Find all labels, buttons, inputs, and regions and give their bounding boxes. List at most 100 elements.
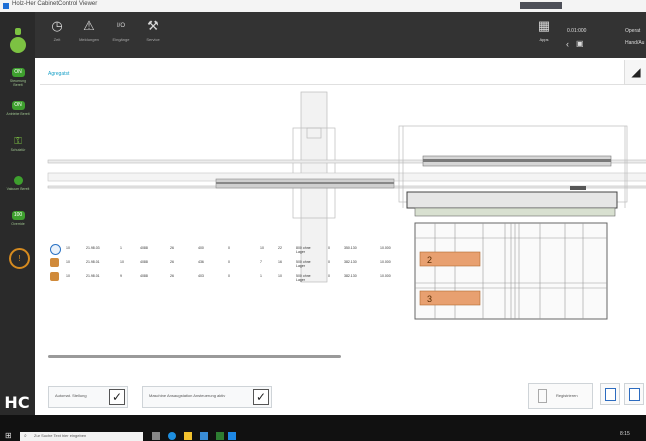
task-view-icon[interactable] <box>152 432 160 440</box>
table-cell: 26 <box>170 274 174 278</box>
status-caption: Antriebe Bereit <box>6 112 30 116</box>
app-icon-blue[interactable] <box>228 432 236 440</box>
machine-diagram: 2 3 <box>47 91 646 320</box>
table-cell: 0 <box>228 274 230 278</box>
toolbar-button-time[interactable]: ◷ Zeit <box>43 18 71 52</box>
windows-start-icon[interactable]: ⊞ <box>5 432 13 440</box>
hc-logo: HC <box>4 393 30 412</box>
register-label: Registrieren <box>556 393 578 398</box>
file-explorer-icon[interactable] <box>184 432 192 440</box>
horizontal-scrollbar[interactable] <box>48 355 341 358</box>
suction-control-checkbox[interactable]: ✓ <box>253 389 269 405</box>
vacuum-icon <box>13 176 23 185</box>
auto-position-checkbox[interactable]: ✓ <box>109 389 125 405</box>
store-icon[interactable] <box>200 432 208 440</box>
table-cell: 0 <box>228 260 230 264</box>
table-cell: 10 <box>278 274 282 278</box>
power-icon[interactable] <box>10 37 26 53</box>
table-cell: 10 <box>120 260 124 264</box>
status-item-control[interactable]: ON Steuerung Bereit <box>6 68 30 87</box>
status-badge: ON <box>11 101 25 110</box>
back-arrow-icon[interactable]: ‹ <box>566 39 569 49</box>
edge-icon[interactable] <box>168 432 176 440</box>
table-cell: 10 <box>66 274 70 278</box>
row-status-icon <box>50 272 59 281</box>
table-cell: 22 <box>278 246 282 250</box>
status-item-vacuum[interactable]: Vakuum Bereit <box>6 176 30 191</box>
table-cell: 500 ohne Lager <box>296 260 311 268</box>
auto-position-toggle[interactable]: Automat. Stellung ✓ <box>48 386 128 408</box>
table-cell: 21.98.01 <box>86 274 100 278</box>
table-cell: 9 <box>120 274 122 278</box>
register-button[interactable]: Registrieren <box>528 383 593 409</box>
table-cell: 21.98.01 <box>86 260 100 264</box>
carriage-sensor <box>570 186 586 190</box>
lower-carriage <box>406 191 618 209</box>
document-icon <box>629 388 640 401</box>
table-cell: 436 <box>198 260 204 264</box>
register-icon <box>538 389 547 403</box>
warning-icon[interactable]: ! <box>9 248 30 269</box>
toolbar-button-label: Service <box>146 37 160 42</box>
toolbar-button-io[interactable]: I/O Eingänge <box>107 18 135 52</box>
clock-icon: ◷ <box>51 18 63 33</box>
table-cell: 382.130 <box>344 274 357 278</box>
table-cell: 800 ohne Lager <box>296 246 311 254</box>
table-cell: 4088 <box>140 274 148 278</box>
table-cell: 1 <box>120 246 122 250</box>
suction-control-toggle[interactable]: Maschine Ansaugstation Ansteuerung aktiv… <box>142 386 272 408</box>
top-toolbar: ◷ Zeit ⚠ Meldungen I/O Eingänge ⚒ Servic… <box>35 12 646 58</box>
status-caption: Schutztür <box>10 148 26 152</box>
io-icon: I/O <box>116 23 125 29</box>
status-caption: Vakuum Bereit <box>6 187 30 191</box>
row-status-icon <box>50 244 61 255</box>
part-marker-2-label: 2 <box>427 255 432 265</box>
table-row[interactable]: 10 21.98.01 10 4088 26 436 0 7 16 500 oh… <box>48 258 403 269</box>
export-document-button[interactable] <box>600 383 620 405</box>
status-item-drives[interactable]: ON Antriebe Bereit <box>6 101 30 116</box>
status-caption: Override <box>11 222 25 226</box>
table-cell: 4088 <box>140 246 148 250</box>
table-cell: 0 <box>328 274 330 278</box>
row-status-icon <box>50 258 59 267</box>
table-row[interactable]: 10 21.98.01 9 4088 26 403 0 1 10 500 ohn… <box>48 272 403 283</box>
beam-slot <box>216 182 394 184</box>
tool-icon: ⚒ <box>147 18 159 33</box>
table-cell: 26 <box>170 246 174 250</box>
table-cell: 400 <box>198 246 204 250</box>
apps-button[interactable]: ▦ Apps <box>530 18 558 52</box>
table-cell: 21.98.03 <box>86 246 100 250</box>
status-counter: 0.01:000 <box>567 28 587 34</box>
warning-icon: ⚠ <box>83 18 95 33</box>
carriage-plate <box>414 207 616 217</box>
table-cell: 10 <box>260 246 264 250</box>
table-cell: 7 <box>260 260 262 264</box>
export-document-button-2[interactable] <box>624 383 644 405</box>
suction-control-label: Maschine Ansaugstation Ansteuerung aktiv <box>149 393 226 398</box>
status-badge: ON <box>11 68 25 77</box>
search-placeholder: Zur Suche Text hier eingeben <box>34 433 87 438</box>
toolbar-button-messages[interactable]: ⚠ Meldungen <box>75 18 103 52</box>
auto-position-label: Automat. Stellung <box>55 393 87 398</box>
toolbar-button-label: Eingänge <box>112 37 130 42</box>
table-cell: 382.130 <box>344 260 357 264</box>
table-cell: 4088 <box>140 260 148 264</box>
taskbar-search-input[interactable]: ⌕ Zur Suche Text hier eingeben <box>20 432 143 441</box>
table-cell: 0 <box>328 260 330 264</box>
window-controls[interactable] <box>520 2 562 9</box>
table-cell: 16 <box>278 260 282 264</box>
status-item-override[interactable]: 100 Override <box>6 211 30 226</box>
taskbar-clock[interactable]: 8:15 <box>620 431 630 437</box>
status-item-door[interactable]: ⚿ Schutztür <box>6 137 30 153</box>
table-cell: 10.000 <box>380 260 391 264</box>
table-row[interactable]: 10 21.98.03 1 4088 26 400 0 10 22 800 oh… <box>48 244 403 255</box>
table-cell: 350.130 <box>344 246 357 250</box>
app-icon-green[interactable] <box>216 432 224 440</box>
table-cell: 26 <box>170 260 174 264</box>
table-cell: 0 <box>328 246 330 250</box>
power-indicator-top <box>15 28 21 35</box>
toolbar-button-service[interactable]: ⚒ Service <box>139 18 167 52</box>
toolbar-button-label: Zeit <box>53 37 61 42</box>
search-icon: ⌕ <box>24 433 27 439</box>
table-cell: 10 <box>66 246 70 250</box>
